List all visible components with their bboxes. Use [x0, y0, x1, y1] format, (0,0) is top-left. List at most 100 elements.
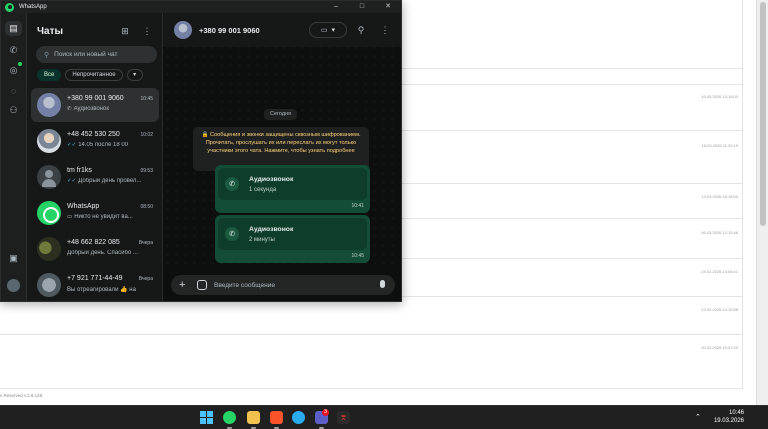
clock[interactable]: 10:46 19.03.2026: [714, 409, 744, 425]
bg-date: 20.02.2026 10:47:29: [701, 345, 738, 350]
search-icon[interactable]: ⚲: [355, 24, 367, 36]
window-controls: – □ ✕: [323, 1, 401, 13]
channels-icon[interactable]: ◌: [5, 83, 22, 98]
filter-unread[interactable]: Непрочитанное: [65, 69, 123, 81]
conversation-header[interactable]: +380 99 001 9060 ▭ ▾ ⚲ ⋮: [163, 13, 401, 47]
chat-time: 08:50: [140, 204, 153, 210]
bg-row: [0, 334, 742, 335]
chat-list-title: Чаты: [37, 26, 64, 37]
more-options-icon[interactable]: ⋮: [379, 24, 391, 36]
video-icon: ▭: [67, 214, 73, 220]
attach-plus-icon[interactable]: +: [179, 278, 185, 292]
page-scrollbar[interactable]: [756, 0, 768, 405]
conversation-pane: +380 99 001 9060 ▭ ▾ ⚲ ⋮ Сегодня 🔒 Сообщ…: [163, 13, 401, 301]
whatsapp-logo-icon: [5, 2, 14, 12]
filter-dropdown-chevron-icon[interactable]: ▾: [126, 69, 143, 81]
call-duration: 2 минуты: [249, 237, 275, 243]
chat-preview: Вы отреагировали 👍 на: [67, 287, 136, 293]
chat-avatar: [37, 129, 61, 153]
message-composer: +: [171, 275, 395, 295]
pdf-reader-icon[interactable]: ⌆: [337, 411, 350, 424]
call-title: Аудиозвонок: [249, 226, 294, 233]
message-time: 10:45: [351, 253, 364, 259]
clock-date: 19.03.2026: [713, 418, 744, 425]
chat-item[interactable]: +7 921 771-44-49 Вчера Вы отреагировали …: [31, 268, 159, 302]
contact-avatar[interactable]: [174, 21, 192, 39]
filter-chips: Все Непрочитанное ▾: [37, 69, 143, 81]
call-card: ✆ Аудиозвонок 1 секунда: [218, 168, 367, 200]
chat-item[interactable]: +48 452 530 250 10:02 ✓✓ 14.05 после 18 0…: [31, 124, 159, 158]
call-message[interactable]: ✆ Аудиозвонок 2 минуты 10:45: [215, 215, 370, 263]
chat-avatar: [37, 165, 61, 189]
chat-preview-text: Добрый день провел...: [78, 178, 142, 184]
chat-avatar: [37, 201, 61, 225]
call-title: Аудиозвонок: [249, 176, 294, 183]
calls-icon[interactable]: ✆: [5, 43, 22, 58]
running-indicator: [274, 427, 279, 429]
chat-preview: ✓✓ 14.05 после 18 00: [67, 142, 153, 148]
running-indicator: [319, 427, 324, 429]
bg-date: 23.02.2026 14:10:58: [701, 307, 738, 312]
file-explorer-icon[interactable]: [247, 411, 260, 424]
brave-browser-icon[interactable]: [270, 411, 283, 424]
windows-start-icon[interactable]: [200, 411, 213, 424]
media-icon[interactable]: ▣: [5, 251, 22, 266]
maximize-button[interactable]: □: [349, 1, 375, 13]
search-input[interactable]: [54, 51, 150, 58]
bg-date: 16.03.2026 11:30:19: [701, 143, 738, 148]
chevron-down-icon: ▾: [331, 27, 336, 34]
bg-date: 16.05.2026 13:15:00: [701, 94, 738, 99]
sticker-icon[interactable]: [197, 280, 207, 290]
chat-preview-text: Никто не увидит ва...: [74, 214, 133, 220]
chat-name: +48 662 822 085: [67, 239, 120, 246]
chat-list-panel: Чаты ⊞ ⋮ ⚲ Все Непрочитанное ▾ +380 99 0…: [27, 13, 163, 301]
more-options-icon[interactable]: ⋮: [141, 25, 153, 37]
microphone-icon[interactable]: [380, 280, 385, 288]
message-input[interactable]: [214, 279, 364, 291]
scrollbar-thumb[interactable]: [760, 2, 766, 226]
title-bar[interactable]: WhatsApp – □ ✕: [1, 1, 401, 13]
running-indicator: [251, 427, 256, 429]
close-button[interactable]: ✕: [375, 1, 401, 13]
navigation-rail: ▤ ✆ ◎ ◌ ⚇ ▣: [1, 13, 27, 301]
filter-all[interactable]: Все: [37, 69, 62, 81]
chat-time: Вчера: [138, 276, 153, 282]
contact-name[interactable]: +380 99 001 9060: [199, 26, 260, 35]
chat-time: 09:53: [140, 168, 153, 174]
message-time: 10:41: [351, 203, 364, 209]
chat-preview: ✆ Аудиозвонок: [67, 106, 153, 112]
profile-avatar[interactable]: [7, 279, 20, 292]
chat-item[interactable]: WhatsApp 08:50 ▭ Никто не увидит ва...: [31, 196, 159, 230]
chats-icon[interactable]: ▤: [5, 21, 22, 36]
chat-item[interactable]: tm fr1ks 09:53 ✓✓ Добрый день провел...: [31, 160, 159, 194]
clock-time: 10:46: [728, 410, 744, 416]
show-hidden-icons-chevron-icon[interactable]: ⌃: [695, 413, 701, 421]
new-chat-icon[interactable]: ⊞: [119, 25, 131, 37]
chat-name: tm fr1ks: [67, 167, 92, 174]
call-message[interactable]: ✆ Аудиозвонок 1 секунда 10:41: [215, 165, 370, 213]
chat-preview-text: Аудиозвонок: [73, 106, 109, 112]
communities-icon[interactable]: ⚇: [5, 103, 22, 118]
chat-avatar: [37, 237, 61, 261]
chat-name: +48 452 530 250: [67, 131, 120, 138]
call-icon: ✆: [225, 177, 239, 191]
video-call-icon: ▭: [320, 27, 328, 34]
call-duration: 1 секунда: [249, 187, 277, 193]
whatsapp-taskbar-icon[interactable]: [223, 411, 236, 424]
chat-preview: ✓✓ Добрый день провел...: [67, 178, 153, 184]
search-bar[interactable]: ⚲: [36, 46, 157, 63]
bg-frame-edge: [742, 0, 743, 390]
date-separator: Сегодня: [264, 109, 298, 120]
bg-row: [0, 388, 742, 389]
chat-preview: ▭ Никто не увидит ва...: [67, 214, 153, 220]
telegram-icon[interactable]: [292, 411, 305, 424]
call-button[interactable]: ▭ ▾: [309, 22, 347, 38]
chat-avatar: [37, 273, 61, 297]
chat-item[interactable]: +380 99 001 9060 10:45 ✆ Аудиозвонок: [31, 88, 159, 122]
read-receipt-icon: ✓✓: [67, 178, 77, 184]
chat-item[interactable]: +48 662 822 085 Вчера Добрый день. Спаси…: [31, 232, 159, 266]
status-unread-dot: [18, 62, 22, 66]
minimize-button[interactable]: –: [323, 1, 349, 13]
running-indicator: [227, 427, 232, 429]
chat-time: 10:02: [140, 132, 153, 138]
